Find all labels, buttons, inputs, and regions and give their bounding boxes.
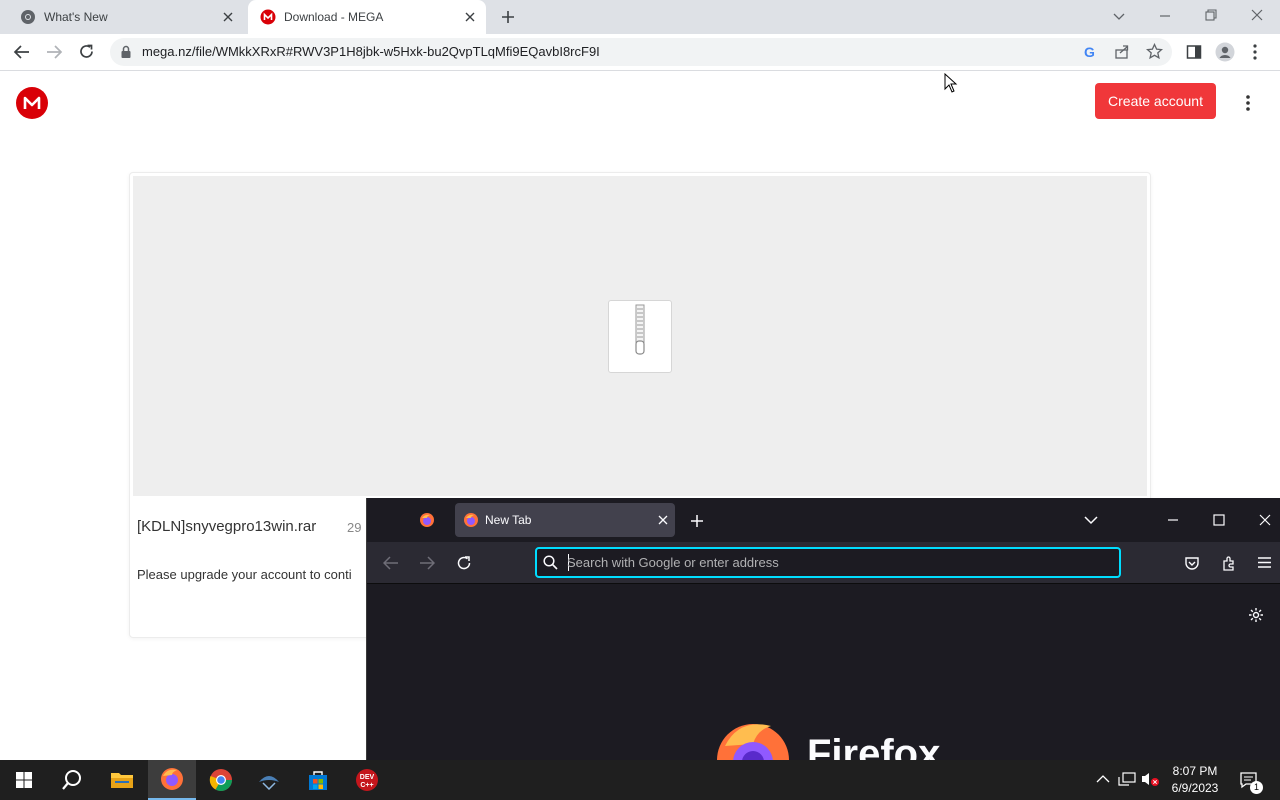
taskbar-chrome-icon[interactable]: [197, 760, 245, 800]
svg-text:G: G: [1084, 44, 1095, 60]
close-tab-icon[interactable]: [462, 9, 478, 25]
tab-download-mega[interactable]: Download - MEGA: [248, 0, 486, 34]
firefox-tab-title: New Tab: [485, 513, 532, 527]
mouse-cursor-icon: [944, 73, 958, 93]
firefox-maximize-icon[interactable]: [1213, 514, 1225, 526]
forward-icon[interactable]: [45, 44, 63, 60]
bookmark-star-icon[interactable]: [1146, 43, 1163, 60]
svg-text:DEV: DEV: [360, 774, 375, 781]
firefox-view-icon[interactable]: [419, 512, 435, 528]
dev-cpp-icon[interactable]: DEV C++: [343, 760, 391, 800]
firefox-minimize-icon[interactable]: [1167, 514, 1179, 526]
taskbar-app-icon[interactable]: [245, 760, 293, 800]
back-icon[interactable]: [13, 44, 31, 60]
side-panel-icon[interactable]: [1186, 44, 1202, 60]
close-tab-icon[interactable]: [220, 9, 236, 25]
chrome-icon: [20, 9, 36, 25]
upgrade-message: Please upgrade your account to conti: [137, 567, 352, 582]
firefox-back-icon[interactable]: [383, 556, 399, 570]
close-window-icon[interactable]: [1250, 8, 1264, 22]
volume-muted-icon[interactable]: [1141, 771, 1161, 787]
pocket-icon[interactable]: [1184, 555, 1200, 571]
clock-time: 8:07 PM: [1172, 764, 1218, 778]
minimize-icon[interactable]: [1158, 9, 1172, 23]
file-explorer-icon[interactable]: [98, 760, 146, 800]
show-hidden-icons-icon[interactable]: [1096, 773, 1110, 785]
firefox-close-window-icon[interactable]: [1259, 514, 1271, 526]
mega-menu-icon[interactable]: [1245, 94, 1251, 112]
firefox-search-input[interactable]: Search with Google or enter address: [567, 555, 779, 570]
firefox-new-tab-icon[interactable]: [690, 514, 704, 528]
google-translate-icon[interactable]: G: [1082, 44, 1098, 60]
svg-text:C++: C++: [360, 782, 373, 789]
firefox-menu-icon[interactable]: [1257, 556, 1272, 569]
url-text[interactable]: mega.nz/file/WMkkXRxR#RWV3P1H8jbk-w5Hxk-…: [142, 44, 600, 59]
firefox-tab-favicon-icon: [463, 512, 479, 528]
extensions-icon[interactable]: [1221, 555, 1237, 571]
taskbar-search-icon[interactable]: [48, 760, 96, 800]
clock-date: 6/9/2023: [1171, 781, 1219, 795]
firefox-logo-icon: [713, 716, 795, 760]
chrome-menu-icon[interactable]: [1252, 43, 1258, 61]
firefox-window[interactable]: New Tab Search with Google or enter addr…: [366, 498, 1280, 760]
tab-title: Download - MEGA: [284, 10, 384, 24]
firefox-wordmark: Firefox: [807, 732, 941, 760]
firefox-search-icon: [543, 555, 558, 570]
firefox-close-tab-icon[interactable]: [651, 515, 675, 525]
mega-favicon-icon: [260, 9, 276, 25]
firefox-tab-new-tab[interactable]: New Tab: [455, 503, 675, 537]
settings-gear-icon[interactable]: [1248, 607, 1264, 623]
reload-icon[interactable]: [78, 43, 95, 60]
lock-icon[interactable]: [120, 45, 132, 59]
file-name: [KDLN]snyvegpro13win.rar: [137, 518, 317, 535]
microsoft-store-icon[interactable]: [294, 760, 342, 800]
archive-file-icon: [608, 300, 672, 373]
firefox-reload-icon[interactable]: [456, 555, 472, 571]
network-icon[interactable]: [1118, 771, 1136, 787]
restore-icon[interactable]: [1204, 8, 1218, 22]
mega-logo[interactable]: [16, 87, 48, 119]
share-icon[interactable]: [1114, 44, 1130, 60]
create-account-button[interactable]: Create account: [1095, 83, 1216, 119]
notification-badge: 1: [1250, 781, 1263, 794]
firefox-list-tabs-icon[interactable]: [1084, 514, 1098, 526]
tab-search-icon[interactable]: [1112, 9, 1126, 23]
tab-whats-new[interactable]: What's New: [8, 0, 244, 34]
profile-avatar-icon[interactable]: [1215, 42, 1235, 62]
taskbar-firefox-icon[interactable]: [148, 760, 196, 800]
firefox-forward-icon[interactable]: [419, 556, 435, 570]
tab-title: What's New: [44, 10, 108, 24]
start-button-icon[interactable]: [0, 760, 48, 800]
taskbar-clock[interactable]: 8:07 PM 6/9/2023: [1164, 763, 1226, 797]
new-tab-icon[interactable]: [500, 9, 516, 25]
file-size: 29: [347, 520, 362, 535]
